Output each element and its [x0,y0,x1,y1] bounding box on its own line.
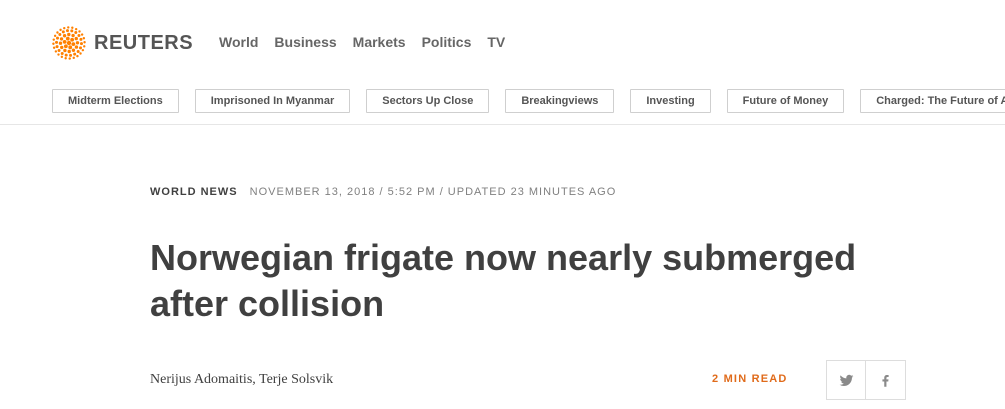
logo-dot [63,26,66,30]
logo-dot [79,52,82,55]
twitter-icon [839,374,853,386]
nav-link-politics[interactable]: Politics [422,34,472,50]
logo-dot [71,33,75,38]
logo-dot [74,45,79,49]
logo-dot [57,53,60,56]
logo-dot [73,52,77,56]
article-meta: WORLD NEWS NOVEMBER 13, 2018 / 5:52 PM /… [150,186,616,198]
headline: Norwegian frigate now nearly submerged a… [150,237,857,324]
reuters-logo[interactable]: REUTERS [52,26,193,60]
nav-link-business[interactable]: Business [274,34,336,50]
logo-dot [52,42,55,45]
share-buttons [826,360,906,400]
logo-dot [61,30,65,34]
logo-dot [65,29,69,33]
section-label[interactable]: WORLD NEWS [150,186,238,198]
logo-dot [71,26,74,29]
logo-dot [76,50,80,54]
topic-charged-future-of-autos[interactable]: Charged: The Future of Autos [860,89,1005,113]
read-time: 2 MIN READ [712,373,788,385]
logo-dot [74,31,78,35]
logo-dot [83,45,86,48]
logo-dot [68,45,73,50]
primary-nav: World Business Markets Politics TV [219,34,505,50]
logo-dot [81,48,85,52]
logo-dot [58,32,62,36]
logo-dot [60,55,64,59]
nav-link-world[interactable]: World [219,34,258,50]
logo-dot [78,30,81,33]
topic-bar: Midterm Elections Imprisoned In Myanmar … [52,89,1005,113]
logo-dot [55,40,59,44]
logo-dot [57,49,61,53]
logo-dot [71,42,76,47]
logo-dot [55,36,59,40]
topic-breakingviews[interactable]: Breakingviews [505,89,615,113]
logo-dot [76,54,79,58]
logo-dot [77,33,81,37]
logo-dot [59,28,62,32]
logo-dot [75,41,80,45]
logo-dot [79,37,83,41]
topic-sectors-up-close[interactable]: Sectors Up Close [366,89,490,113]
logo-dot [54,50,58,53]
logo-dot [56,31,59,34]
logo-dot [63,44,68,49]
logo-dot [59,37,64,41]
logo-dot [60,51,64,55]
topic-future-of-money[interactable]: Future of Money [726,89,845,113]
logo-dot [71,48,76,52]
logo-dot [80,33,84,36]
logo-dot [65,36,70,41]
logo-dot [79,46,83,50]
nav-link-markets[interactable]: Markets [353,34,406,50]
logo-dot [62,39,67,44]
logo-dot [68,57,71,60]
logo-dot [74,27,78,31]
logo-dot [60,45,64,50]
logo-dot [58,41,63,45]
logo-dot [64,57,67,60]
logo-dot [55,45,59,49]
topic-investing[interactable]: Investing [630,89,711,113]
logo-dot [83,41,86,44]
logo-wordmark: REUTERS [94,31,194,54]
logo-dot [69,53,73,57]
facebook-icon [882,374,889,387]
logo-dot [70,29,74,33]
share-facebook-button[interactable] [866,360,906,400]
logo-dot [66,40,72,46]
logo-dot [52,46,56,49]
logo-dot [52,38,55,41]
logo-dot [67,32,71,37]
logo-dot [70,37,75,42]
reuters-logo-icon [52,26,86,60]
logo-dot [63,48,67,53]
logo-dot [72,56,75,60]
topic-midterm-elections[interactable]: Midterm Elections [52,89,179,113]
nav-link-tv[interactable]: TV [487,34,505,50]
logo-dot [62,34,67,38]
logo-dot [67,49,71,54]
dateline: NOVEMBER 13, 2018 / 5:52 PM / UPDATED 23… [249,186,617,198]
logo-dot [53,34,57,38]
logo-dot [67,26,70,29]
byline: Nerijus Adomaitis, Terje Solsvik [150,372,334,387]
logo-dot [74,36,78,41]
topic-imprisoned-in-myanmar[interactable]: Imprisoned In Myanmar [194,89,351,113]
share-twitter-button[interactable] [826,360,866,400]
logo-dot [64,53,68,57]
logo-dot [79,42,83,46]
site-header: REUTERS World Business Markets Politics … [0,0,1005,125]
logo-dot [82,37,86,40]
